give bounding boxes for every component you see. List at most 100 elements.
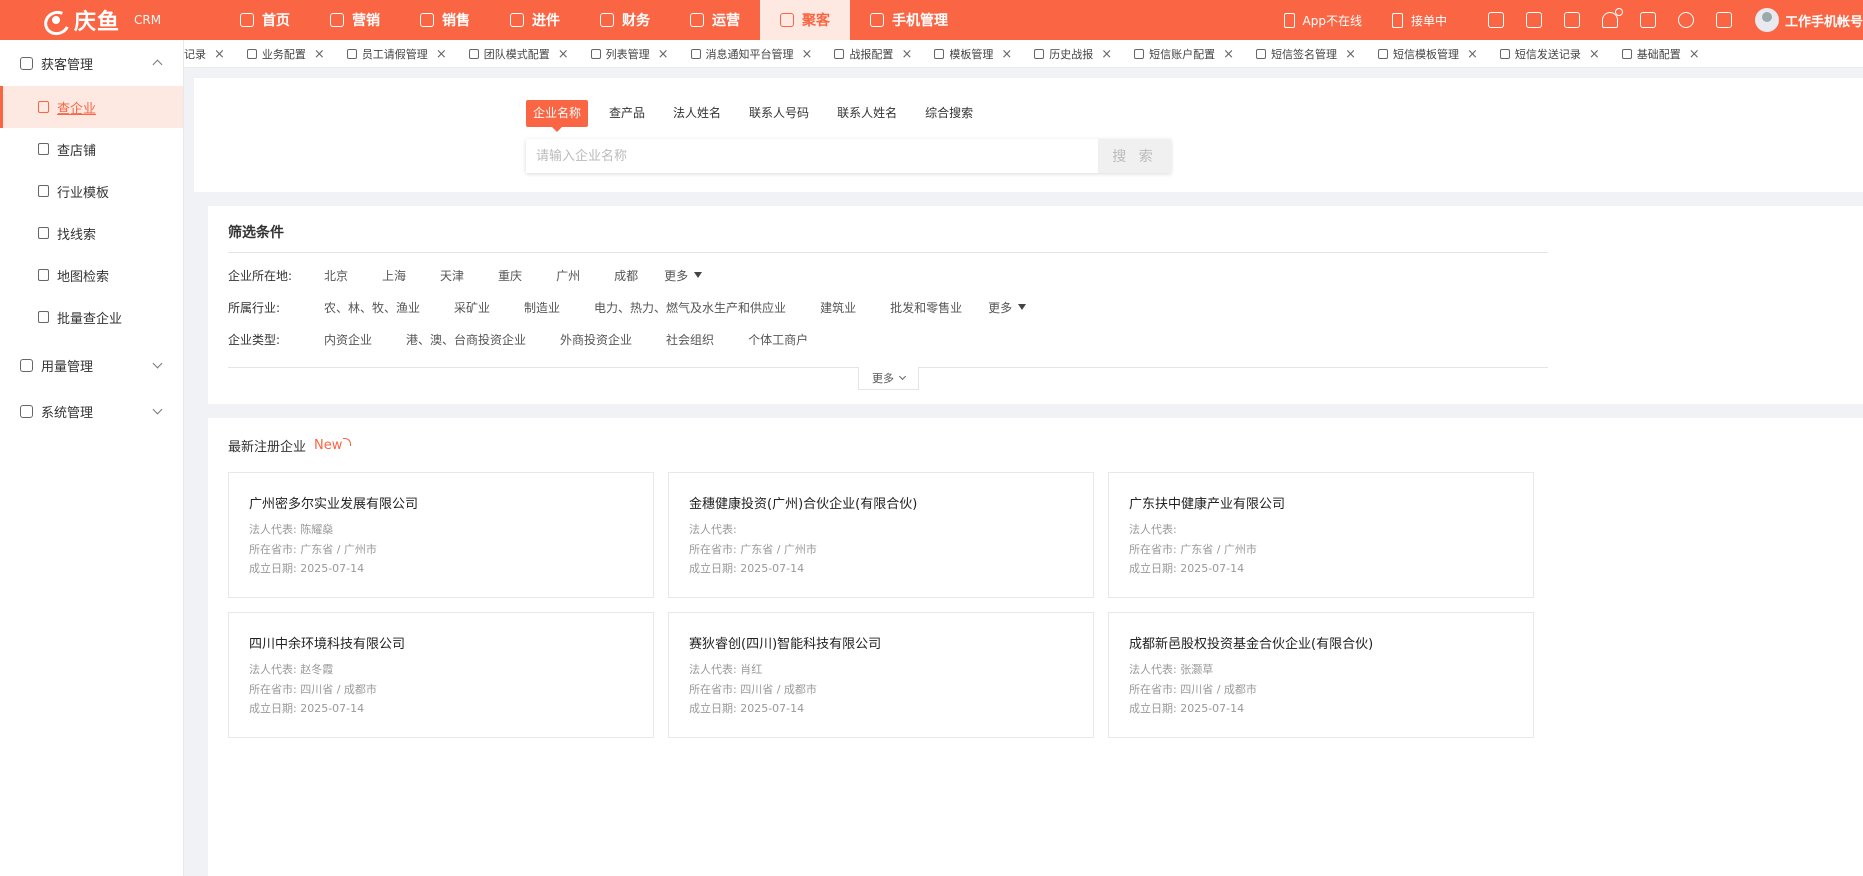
company-card[interactable]: 广州密多尔实业发展有限公司 法人代表: 陈耀燊 所在省市: 广东省 / 广州市 … bbox=[228, 472, 654, 598]
filter-option[interactable]: 成都 bbox=[614, 267, 638, 284]
tab-sms-signature[interactable]: 短信签名管理 × bbox=[1256, 46, 1356, 62]
close-icon[interactable]: × bbox=[1589, 48, 1600, 61]
close-icon[interactable]: × bbox=[901, 48, 912, 61]
nav-item-phone-manage[interactable]: 手机管理 bbox=[850, 0, 968, 40]
search-tab-comprehensive[interactable]: 综合搜索 bbox=[918, 100, 980, 127]
tab-sms-records[interactable]: 短信发送记录 × bbox=[1499, 46, 1600, 62]
nav-item-customer[interactable]: 聚客 bbox=[760, 0, 850, 40]
nav-item-application[interactable]: 进件 bbox=[490, 0, 580, 40]
location-more-dropdown[interactable]: 更多 bbox=[664, 267, 702, 284]
tab-list-manage[interactable]: 列表管理 × bbox=[590, 46, 669, 62]
nav-item-operations[interactable]: 运营 bbox=[670, 0, 760, 40]
tab-notification[interactable]: 消息通知平台管理 × bbox=[690, 46, 813, 62]
order-status[interactable]: 接单中 bbox=[1391, 12, 1447, 29]
company-card[interactable]: 赛狄睿创(四川)智能科技有限公司 法人代表: 肖红 所在省市: 四川省 / 成都… bbox=[668, 612, 1094, 738]
field-value: 陈耀燊 bbox=[300, 523, 334, 536]
filter-option[interactable]: 农、林、牧、渔业 bbox=[324, 299, 420, 316]
tab-team-mode[interactable]: 团队模式配置 × bbox=[468, 46, 569, 62]
send-icon[interactable] bbox=[1715, 12, 1732, 28]
company-legal: 法人代表: 肖红 bbox=[689, 660, 1073, 680]
filter-option[interactable]: 采矿业 bbox=[454, 299, 490, 316]
search-tab-company-name[interactable]: 企业名称 bbox=[526, 100, 589, 132]
tab-history-report[interactable]: 历史战报 × bbox=[1034, 46, 1112, 62]
filter-option[interactable]: 内资企业 bbox=[324, 331, 372, 348]
tab-business-config[interactable]: 业务配置 × bbox=[246, 46, 325, 62]
search-tab-legal-person[interactable]: 法人姓名 bbox=[666, 100, 728, 127]
filter-option[interactable]: 天津 bbox=[440, 267, 464, 284]
close-icon[interactable]: × bbox=[658, 48, 669, 61]
search-tab-product[interactable]: 查产品 bbox=[602, 100, 652, 127]
sidebar-item-batch-search[interactable]: 批量查企业 bbox=[0, 296, 183, 338]
sidebar-item-company-search[interactable]: 查企业 bbox=[0, 86, 183, 128]
nav-item-marketing[interactable]: 营销 bbox=[310, 0, 400, 40]
expand-filters-button[interactable]: 更多 bbox=[858, 367, 919, 390]
filter-option[interactable]: 外商投资企业 bbox=[560, 331, 632, 348]
search-tab-contact-name[interactable]: 联系人姓名 bbox=[830, 100, 904, 127]
search-input[interactable] bbox=[526, 139, 1098, 173]
tab-sms-account[interactable]: 短信账户配置 × bbox=[1134, 46, 1234, 62]
close-icon[interactable]: × bbox=[436, 48, 447, 61]
sidebar-item-industry-template[interactable]: 行业模板 bbox=[0, 170, 183, 212]
sidebar-item-find-leads[interactable]: 找线索 bbox=[0, 212, 183, 254]
close-icon[interactable]: × bbox=[314, 48, 325, 61]
close-icon[interactable]: × bbox=[1345, 48, 1356, 61]
sidebar-item-store-search[interactable]: 查店铺 bbox=[0, 128, 183, 170]
filter-option[interactable]: 上海 bbox=[382, 267, 406, 284]
app-status[interactable]: App不在线 bbox=[1283, 12, 1362, 29]
brand-logo[interactable]: 庆鱼 CRM bbox=[0, 0, 220, 40]
filter-option[interactable]: 北京 bbox=[324, 267, 348, 284]
industry-more-dropdown[interactable]: 更多 bbox=[988, 299, 1026, 316]
filter-option[interactable]: 重庆 bbox=[498, 267, 522, 284]
company-card[interactable]: 广东扶中健康产业有限公司 法人代表: 所在省市: 广东省 / 广州市 成立日期:… bbox=[1108, 472, 1534, 598]
doc-search-icon[interactable] bbox=[1525, 12, 1542, 28]
close-icon[interactable]: × bbox=[1467, 48, 1478, 61]
search-button[interactable]: 搜 索 bbox=[1098, 139, 1171, 173]
nav-item-home[interactable]: 首页 bbox=[220, 0, 310, 40]
filter-option[interactable]: 广州 bbox=[556, 267, 580, 284]
avatar[interactable] bbox=[1754, 8, 1779, 32]
bell-icon[interactable] bbox=[1601, 8, 1623, 28]
sidebar-group-acquisition[interactable]: 获客管理 bbox=[0, 40, 183, 86]
company-date: 成立日期: 2025-07-14 bbox=[249, 559, 633, 579]
monitor-icon bbox=[20, 358, 33, 372]
filter-option[interactable]: 制造业 bbox=[524, 299, 560, 316]
company-search-icon bbox=[38, 101, 49, 113]
close-icon[interactable]: × bbox=[1001, 48, 1012, 61]
search-tab-contact-phone[interactable]: 联系人号码 bbox=[742, 100, 816, 127]
nav-item-finance[interactable]: 财务 bbox=[580, 0, 670, 40]
close-icon[interactable]: × bbox=[802, 48, 813, 61]
company-card[interactable]: 成都新邑股权投资基金合伙企业(有限合伙) 法人代表: 张灏草 所在省市: 四川省… bbox=[1108, 612, 1534, 738]
tab-basic-config[interactable]: 基础配置 × bbox=[1621, 46, 1700, 62]
user-name[interactable]: 工作手机帐号 bbox=[1785, 11, 1863, 30]
sidebar-group-system[interactable]: 系统管理 bbox=[0, 388, 183, 434]
close-icon[interactable]: × bbox=[1223, 48, 1234, 61]
filter-option[interactable]: 港、澳、台商投资企业 bbox=[406, 331, 526, 348]
filter-option[interactable]: 电力、热力、燃气及水生产和供应业 bbox=[594, 299, 786, 316]
close-icon[interactable]: × bbox=[558, 48, 569, 61]
sidebar: 获客管理 查企业 查店铺 行业模板 找线索 地图检索 批量查企业 用量管理 系统… bbox=[0, 40, 184, 876]
close-icon[interactable]: × bbox=[1101, 48, 1112, 61]
tab-leave-manage[interactable]: 员工请假管理 × bbox=[346, 46, 447, 62]
tab-template-manage[interactable]: 模板管理 × bbox=[934, 46, 1012, 62]
fullscreen-icon[interactable] bbox=[1639, 12, 1656, 28]
nav-item-sales[interactable]: 销售 bbox=[400, 0, 490, 40]
tab-records[interactable]: 记录 × bbox=[184, 46, 225, 62]
close-icon[interactable]: × bbox=[1689, 48, 1700, 61]
lock-icon[interactable] bbox=[1487, 12, 1504, 28]
filter-option[interactable]: 个体工商户 bbox=[748, 331, 808, 348]
tab-report-config[interactable]: 战报配置 × bbox=[834, 46, 912, 62]
company-card[interactable]: 四川中余环境科技有限公司 法人代表: 赵冬霞 所在省市: 四川省 / 成都市 成… bbox=[228, 612, 654, 738]
company-card[interactable]: 金穗健康投资(广州)合伙企业(有限合伙) 法人代表: 所在省市: 广东省 / 广… bbox=[668, 472, 1094, 598]
team-icon bbox=[468, 49, 479, 59]
sidebar-group-usage[interactable]: 用量管理 bbox=[0, 342, 183, 388]
shirt-icon[interactable] bbox=[1563, 12, 1580, 28]
search-icon[interactable] bbox=[1677, 12, 1694, 28]
sidebar-item-map-search[interactable]: 地图检索 bbox=[0, 254, 183, 296]
tab-sms-template[interactable]: 短信模板管理 × bbox=[1377, 46, 1478, 62]
filter-option[interactable]: 建筑业 bbox=[820, 299, 856, 316]
filter-option[interactable]: 批发和零售业 bbox=[890, 299, 962, 316]
app-status-label: App不在线 bbox=[1302, 13, 1362, 28]
filter-option[interactable]: 社会组织 bbox=[666, 331, 714, 348]
sidebar-group-label: 系统管理 bbox=[41, 405, 94, 421]
close-icon[interactable]: × bbox=[214, 48, 225, 61]
